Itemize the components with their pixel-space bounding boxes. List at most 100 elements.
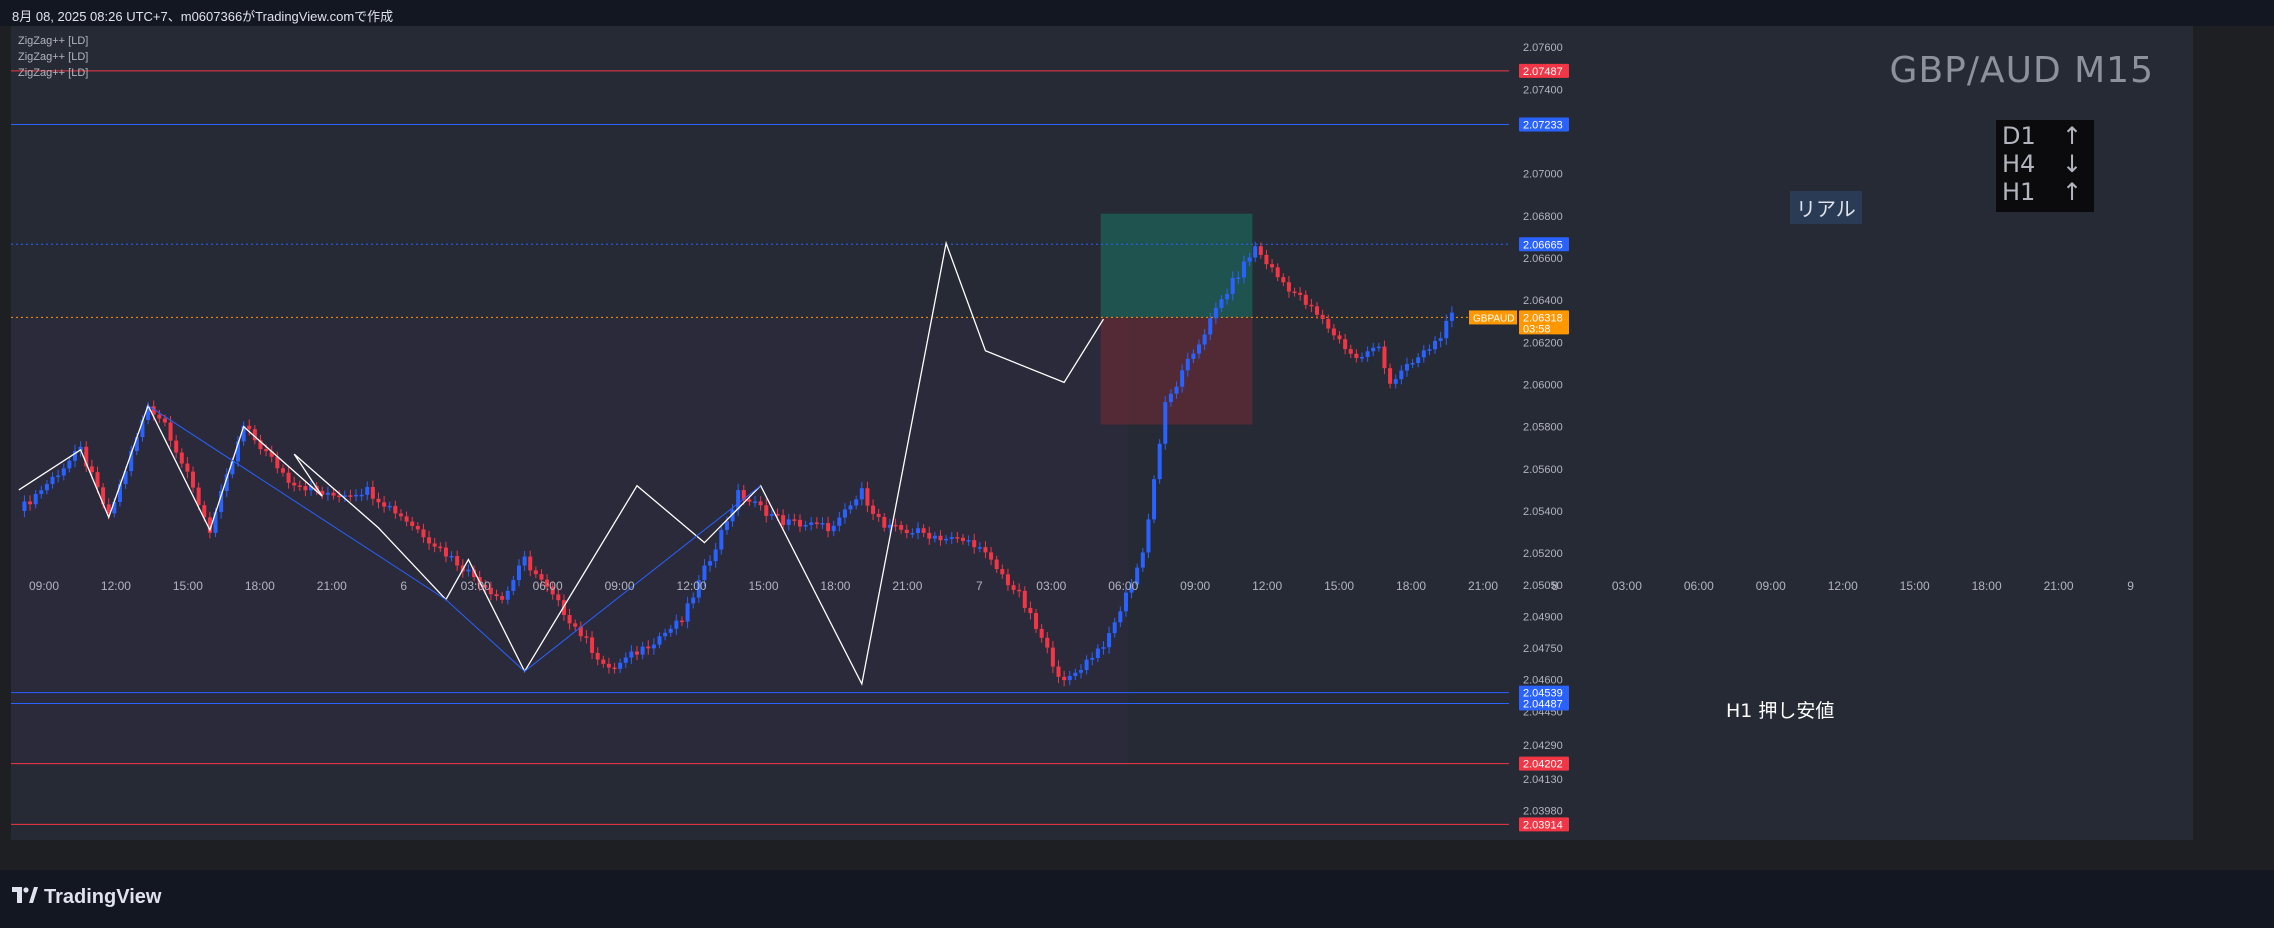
candle[interactable] (432, 543, 437, 547)
candle[interactable] (1045, 637, 1050, 648)
candle[interactable] (1376, 346, 1381, 349)
candle[interactable] (865, 488, 870, 506)
candle[interactable] (1337, 335, 1342, 340)
candle[interactable] (1315, 306, 1320, 315)
candle[interactable] (1230, 277, 1235, 294)
candle[interactable] (960, 537, 965, 541)
candle[interactable] (303, 486, 308, 491)
candle[interactable] (1152, 479, 1157, 520)
candle[interactable] (1241, 261, 1246, 278)
candle[interactable] (556, 594, 561, 601)
candle[interactable] (1416, 357, 1421, 363)
candle[interactable] (1140, 552, 1145, 568)
candle[interactable] (1427, 349, 1432, 351)
candle[interactable] (1326, 319, 1331, 329)
candle[interactable] (623, 657, 628, 663)
candle[interactable] (1258, 246, 1263, 255)
candle[interactable] (292, 482, 297, 486)
candle[interactable] (1191, 353, 1196, 359)
candle[interactable] (1174, 386, 1179, 394)
candle[interactable] (938, 535, 943, 541)
candle[interactable] (724, 521, 729, 530)
candle[interactable] (685, 603, 690, 622)
candle[interactable] (983, 547, 988, 553)
candle[interactable] (1410, 362, 1415, 365)
candle[interactable] (1275, 267, 1280, 278)
candle[interactable] (1309, 304, 1314, 307)
candle[interactable] (449, 556, 454, 558)
candle[interactable] (1011, 585, 1016, 590)
candle[interactable] (511, 580, 516, 591)
candle[interactable] (1000, 569, 1005, 575)
candle[interactable] (1421, 350, 1426, 358)
candle[interactable] (1062, 676, 1067, 681)
candle[interactable] (505, 590, 510, 600)
candle[interactable] (1399, 370, 1404, 380)
candle[interactable] (39, 490, 44, 495)
candle[interactable] (640, 646, 645, 655)
candle[interactable] (713, 549, 718, 562)
candle[interactable] (1247, 257, 1252, 262)
candle[interactable] (1213, 307, 1218, 319)
indicator-label[interactable]: ZigZag++ [LD] (18, 35, 88, 47)
candle[interactable] (831, 525, 836, 532)
candle[interactable] (410, 521, 415, 526)
candle[interactable] (842, 509, 847, 518)
candle[interactable] (871, 505, 876, 514)
candle[interactable] (415, 525, 420, 530)
candle[interactable] (1034, 613, 1039, 629)
candle[interactable] (494, 594, 499, 597)
candle[interactable] (921, 528, 926, 533)
candle[interactable] (1253, 246, 1258, 258)
candle[interactable] (89, 466, 94, 473)
candle[interactable] (376, 498, 381, 503)
candle[interactable] (781, 515, 786, 525)
candle[interactable] (679, 620, 684, 623)
candle[interactable] (893, 524, 898, 527)
candle[interactable] (1028, 607, 1033, 614)
candle[interactable] (286, 472, 291, 483)
candle[interactable] (443, 547, 448, 557)
candle[interactable] (657, 636, 662, 645)
candle[interactable] (1219, 299, 1224, 308)
candle[interactable] (618, 662, 623, 669)
candle[interactable] (1354, 353, 1359, 358)
candle[interactable] (157, 414, 162, 419)
candle[interactable] (354, 494, 359, 497)
candle[interactable] (1056, 666, 1061, 677)
candle[interactable] (899, 525, 904, 530)
candle[interactable] (1438, 338, 1443, 341)
candle[interactable] (764, 505, 769, 516)
candle[interactable] (848, 505, 853, 510)
candle[interactable] (573, 623, 578, 627)
candle[interactable] (1095, 648, 1100, 658)
candle[interactable] (191, 471, 196, 488)
candle[interactable] (1168, 393, 1173, 403)
candle[interactable] (1185, 358, 1190, 371)
candle[interactable] (769, 514, 774, 516)
candle[interactable] (1444, 320, 1449, 339)
candle[interactable] (1270, 264, 1275, 268)
candle[interactable] (797, 519, 802, 527)
candle[interactable] (601, 659, 606, 664)
candle[interactable] (584, 636, 589, 638)
candle[interactable] (663, 632, 668, 637)
candle[interactable] (33, 494, 38, 505)
candle[interactable] (50, 476, 55, 485)
candle[interactable] (989, 552, 994, 560)
candle[interactable] (977, 547, 982, 549)
position-label[interactable]: リアル (1790, 191, 1862, 224)
candle[interactable] (803, 524, 808, 527)
candle[interactable] (674, 620, 679, 629)
candle[interactable] (1208, 318, 1213, 335)
candle[interactable] (994, 559, 999, 570)
candle[interactable] (1298, 292, 1303, 295)
candle[interactable] (1236, 277, 1241, 279)
candle[interactable] (932, 535, 937, 539)
candle[interactable] (944, 538, 949, 541)
candle[interactable] (1022, 590, 1027, 608)
support-label[interactable]: H1 押し安値 (1720, 696, 1841, 723)
candle[interactable] (590, 637, 595, 653)
candle[interactable] (910, 533, 915, 535)
candle[interactable] (168, 422, 173, 441)
